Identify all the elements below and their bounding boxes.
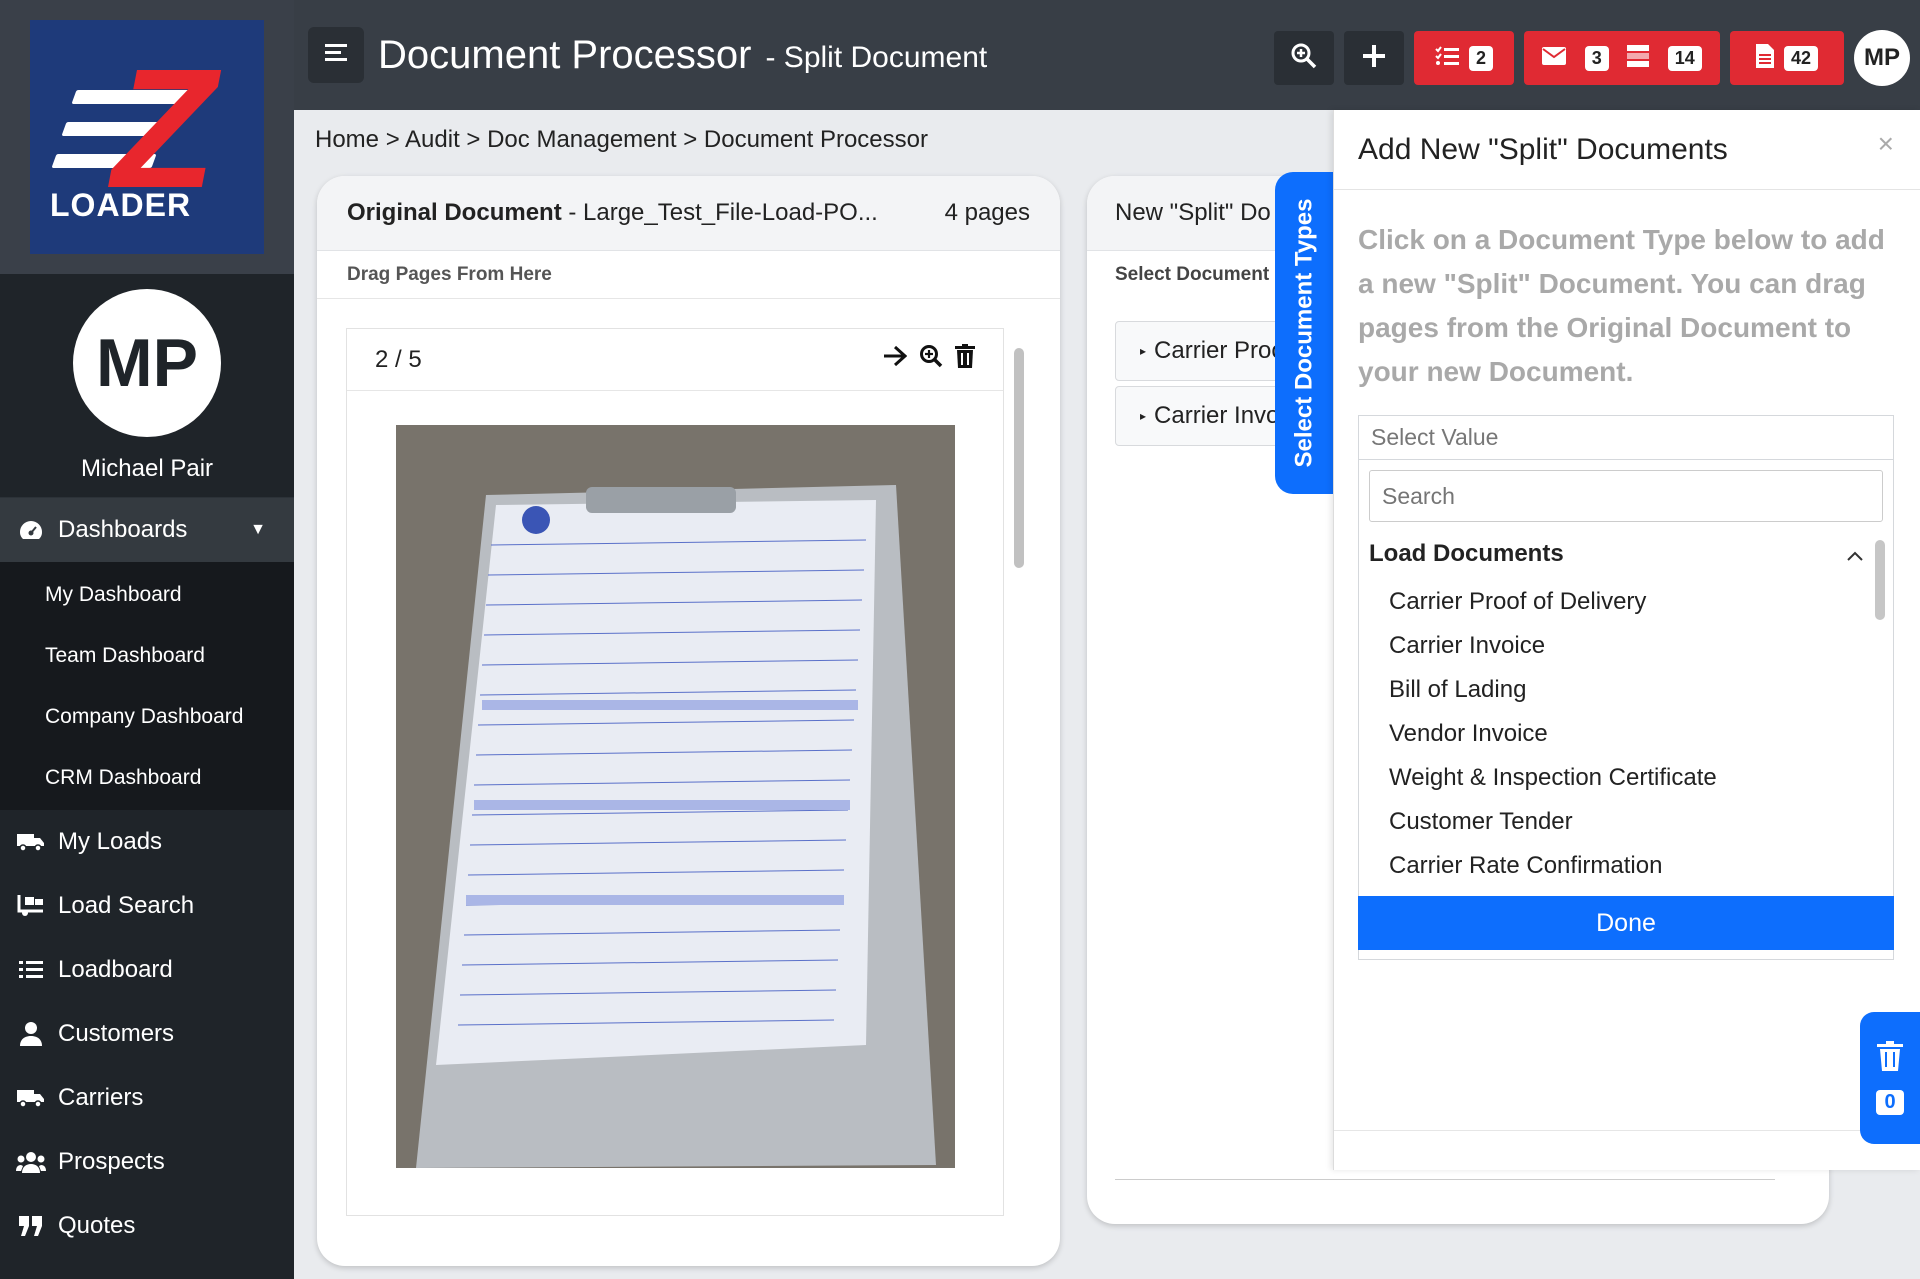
- search-plus-icon: [1291, 43, 1317, 74]
- option-customer-tender[interactable]: Customer Tender: [1389, 808, 1573, 836]
- page-header: 2 / 5: [347, 329, 1003, 391]
- top-actions: 2 3 14 42 MP: [1274, 30, 1910, 86]
- nav-load-search[interactable]: Load Search: [0, 874, 294, 938]
- ez-loader-logo[interactable]: Z LOADER: [30, 20, 264, 254]
- tasks-count-badge: 2: [1468, 45, 1493, 71]
- select-document-types-tab[interactable]: Select Document Types: [1275, 172, 1333, 494]
- page-subtitle: - Split Document: [765, 41, 988, 74]
- caret-right-icon: ▸: [1140, 344, 1147, 358]
- dashboards-submenu: My Dashboard Team Dashboard Company Dash…: [0, 562, 294, 810]
- page-indicator: 2 / 5: [375, 345, 422, 373]
- close-icon[interactable]: ×: [1878, 128, 1894, 160]
- drag-hint: Drag Pages From Here: [317, 251, 1060, 299]
- caret-down-icon: ▼: [250, 521, 266, 538]
- file-icon: [1755, 43, 1774, 73]
- page-tools: [883, 344, 975, 375]
- page-title: Document Processor: [378, 32, 752, 77]
- quote-icon: [16, 1216, 46, 1236]
- select-value[interactable]: Select Value: [1359, 416, 1893, 460]
- original-document-header: Original Document - Large_Test_File-Load…: [317, 176, 1060, 251]
- original-label: Original Document: [347, 199, 562, 226]
- removed-pages-trash[interactable]: 0: [1860, 1012, 1920, 1144]
- option-weight-inspection-certificate[interactable]: Weight & Inspection Certificate: [1389, 764, 1717, 792]
- document-photo: [396, 425, 955, 1168]
- trash-icon[interactable]: [955, 344, 975, 375]
- user-avatar-button[interactable]: MP: [1854, 30, 1910, 86]
- panel-footer: [1334, 1130, 1920, 1170]
- documents-count-badge: 42: [1783, 45, 1819, 71]
- hamburger-icon: [325, 43, 347, 67]
- divider: [1115, 1179, 1775, 1180]
- document-type-select[interactable]: Select Value Load Documents Carrier Proo…: [1358, 415, 1894, 960]
- avatar[interactable]: MP: [73, 288, 221, 437]
- add-split-documents-panel: Add New "Split" Documents × Click on a D…: [1333, 110, 1920, 1170]
- option-carrier-proof-of-delivery[interactable]: Carrier Proof of Delivery: [1389, 588, 1646, 616]
- menu-toggle-button[interactable]: [308, 27, 364, 83]
- user-icon: [16, 1022, 46, 1046]
- truck-icon: [16, 1088, 46, 1108]
- page-count: 4 pages: [944, 199, 1030, 226]
- loads-icon: [1627, 44, 1650, 72]
- nav-company-dashboard[interactable]: Company Dashboard: [0, 686, 294, 747]
- panel-title: Add New "Split" Documents: [1334, 110, 1920, 190]
- trash-icon: [1877, 1041, 1903, 1076]
- nav-carriers[interactable]: Carriers: [0, 1066, 294, 1130]
- option-vendor-invoice[interactable]: Vendor Invoice: [1389, 720, 1548, 748]
- tasks-icon: [1435, 45, 1459, 71]
- arrow-right-icon[interactable]: [883, 345, 908, 374]
- nav-label: Dashboards: [58, 516, 188, 543]
- zoom-in-icon[interactable]: [919, 344, 943, 375]
- options-scrollbar[interactable]: [1875, 540, 1885, 900]
- users-icon: [16, 1151, 46, 1173]
- original-scrollbar[interactable]: [1014, 328, 1026, 1216]
- messages-count-badge: 3: [1584, 45, 1609, 71]
- truck-icon: [16, 832, 46, 852]
- user-profile: MP Michael Pair: [0, 274, 294, 498]
- documents-button[interactable]: 42: [1730, 31, 1844, 85]
- nav-customers[interactable]: Customers: [0, 1002, 294, 1066]
- search-input[interactable]: [1369, 470, 1883, 522]
- tasks-button[interactable]: 2: [1414, 31, 1514, 85]
- user-name: Michael Pair: [80, 454, 214, 482]
- nav-dashboards[interactable]: Dashboards ▼: [0, 498, 294, 562]
- chevron-up-icon: [1847, 540, 1863, 568]
- nav-quotes[interactable]: Quotes: [0, 1194, 294, 1258]
- nav-prospects[interactable]: Prospects: [0, 1130, 294, 1194]
- plus-icon: [1363, 44, 1385, 72]
- gauge-icon: [16, 519, 46, 541]
- truck-loading-icon: [16, 895, 46, 917]
- option-bill-of-lading[interactable]: Bill of Lading: [1389, 676, 1526, 704]
- done-button[interactable]: Done: [1358, 896, 1894, 950]
- add-button[interactable]: [1344, 31, 1404, 85]
- page-thumbnail[interactable]: 2 / 5: [346, 328, 1004, 1216]
- nav-loadboard[interactable]: Loadboard: [0, 938, 294, 1002]
- group-load-documents[interactable]: Load Documents: [1369, 534, 1869, 574]
- nav-team-dashboard[interactable]: Team Dashboard: [0, 625, 294, 686]
- panel-description: Click on a Document Type below to add a …: [1358, 224, 1885, 387]
- sidebar: Z LOADER MP Michael Pair Dashboards ▼ My…: [0, 0, 294, 1279]
- nav-my-dashboard[interactable]: My Dashboard: [0, 564, 294, 625]
- original-document-card: Original Document - Large_Test_File-Load…: [317, 176, 1060, 1266]
- nav-crm-dashboard[interactable]: CRM Dashboard: [0, 747, 294, 808]
- search-button[interactable]: [1274, 31, 1334, 85]
- trash-count-badge: 0: [1876, 1090, 1904, 1115]
- envelope-icon: [1542, 46, 1567, 70]
- breadcrumb[interactable]: Home > Audit > Doc Management > Document…: [315, 126, 928, 154]
- option-carrier-rate-confirmation[interactable]: Carrier Rate Confirmation: [1389, 852, 1662, 880]
- option-carrier-invoice[interactable]: Carrier Invoice: [1389, 632, 1545, 660]
- list-icon: [16, 960, 46, 980]
- caret-right-icon: ▸: [1140, 409, 1147, 423]
- loads-count-badge: 14: [1667, 45, 1702, 71]
- logo-area: Z LOADER: [0, 0, 294, 274]
- topbar: Document Processor - Split Document 2 3 …: [294, 0, 1920, 110]
- nav-my-loads[interactable]: My Loads: [0, 810, 294, 874]
- messages-button[interactable]: 3 14: [1524, 31, 1720, 85]
- original-filename: - Large_Test_File-Load-PO...: [568, 199, 878, 226]
